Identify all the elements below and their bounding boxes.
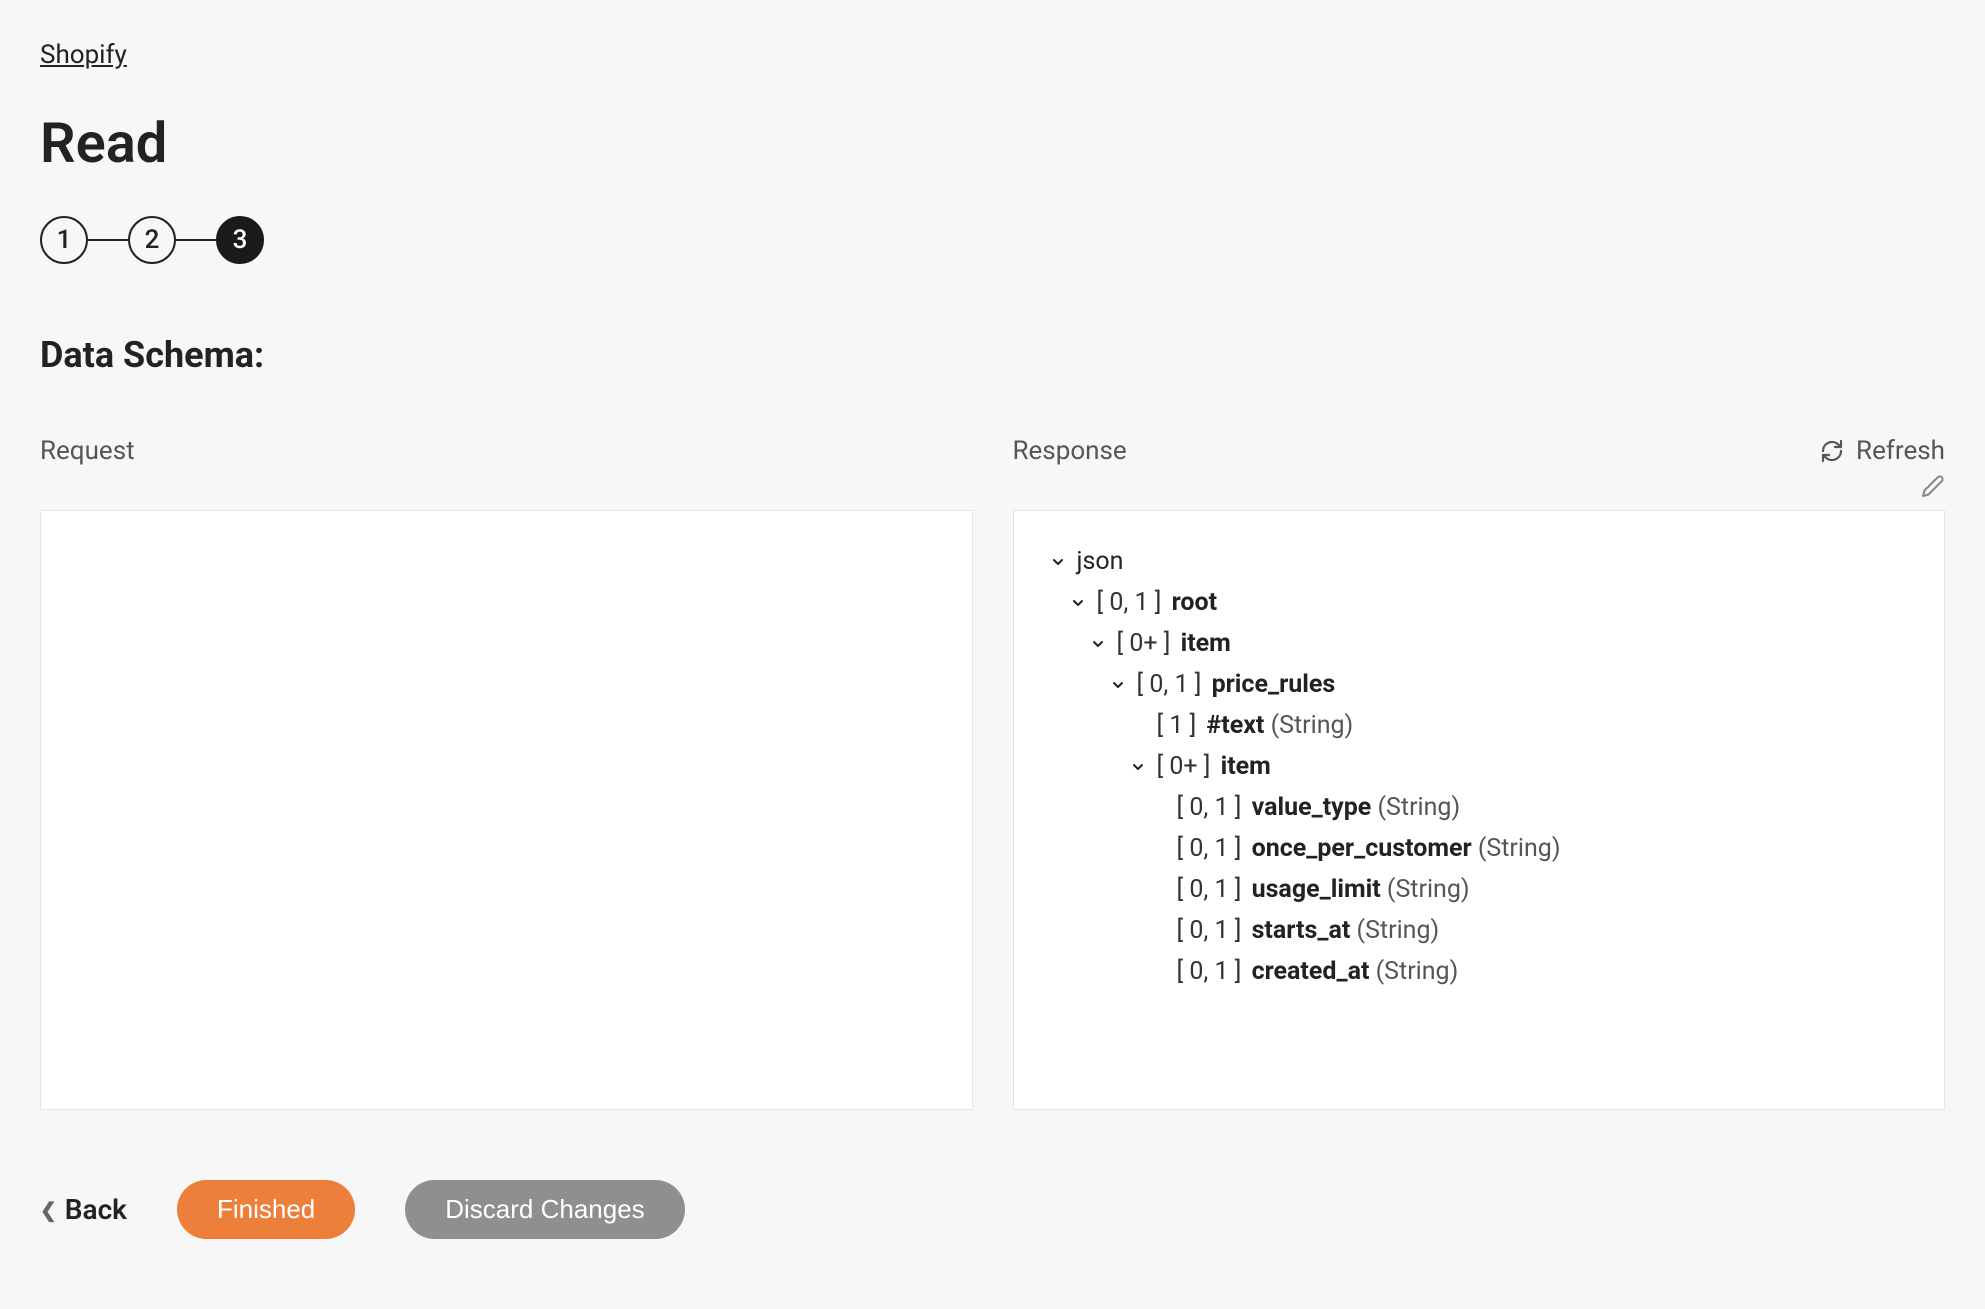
tree-node-starts_at: [ 0, 1 ] starts_at (String) [1049,910,1910,951]
tree-node-label: [ 0, 1 ] usage_limit (String) [1177,875,1470,904]
stepper: 1 2 3 [40,216,1945,264]
step-2[interactable]: 2 [128,216,176,264]
request-label: Request [40,436,973,466]
tree-node-label: [ 0, 1 ] root [1097,588,1218,617]
tree-node-label: [ 0+ ] item [1157,752,1271,781]
step-1[interactable]: 1 [40,216,88,264]
tree-node-label: json [1077,547,1124,576]
finished-button[interactable]: Finished [177,1180,355,1239]
step-connector [176,239,216,241]
tree-node-label: [ 0, 1 ] created_at (String) [1177,957,1459,986]
tree-node-usage_limit: [ 0, 1 ] usage_limit (String) [1049,869,1910,910]
request-panel [40,510,973,1110]
chevron-down-icon [1129,758,1147,776]
section-title: Data Schema: [40,334,1945,376]
tree-node-label: [ 0, 1 ] value_type (String) [1177,793,1461,822]
step-connector [88,239,128,241]
tree-node-created_at: [ 0, 1 ] created_at (String) [1049,951,1910,992]
chevron-down-icon [1069,594,1087,612]
chevron-down-icon [1089,635,1107,653]
chevron-down-icon [1109,676,1127,694]
response-label: Response [1013,436,1127,466]
tree-node-#text: [ 1 ] #text (String) [1049,705,1910,746]
refresh-icon [1820,439,1844,463]
tree-node-root[interactable]: [ 0, 1 ] root [1049,582,1910,623]
tree-node-item[interactable]: [ 0+ ] item [1049,746,1910,787]
back-button[interactable]: ❮ Back [40,1193,127,1226]
tree-node-label: [ 0, 1 ] price_rules [1137,670,1336,699]
tree-node-value_type: [ 0, 1 ] value_type (String) [1049,787,1910,828]
chevron-left-icon: ❮ [40,1198,57,1222]
tree-node-label: [ 1 ] #text (String) [1157,711,1354,740]
page-title: Read [40,110,1945,176]
tree-node-item[interactable]: [ 0+ ] item [1049,623,1910,664]
step-3[interactable]: 3 [216,216,264,264]
tree-node-label: [ 0, 1 ] starts_at (String) [1177,916,1440,945]
breadcrumb[interactable]: Shopify [40,40,127,70]
tree-node-once_per_customer: [ 0, 1 ] once_per_customer (String) [1049,828,1910,869]
discard-button[interactable]: Discard Changes [405,1180,684,1239]
tree-node-json[interactable]: json [1049,541,1910,582]
tree-node-label: [ 0+ ] item [1117,629,1231,658]
refresh-button[interactable]: Refresh [1820,436,1945,466]
tree-node-label: [ 0, 1 ] once_per_customer (String) [1177,834,1561,863]
back-label: Back [65,1193,127,1226]
tree-node-price_rules[interactable]: [ 0, 1 ] price_rules [1049,664,1910,705]
response-panel: json [ 0, 1 ] root [ 0+ ] item [ 0, 1 ] pri… [1013,510,1946,1110]
chevron-down-icon [1049,553,1067,571]
edit-icon[interactable] [1921,474,1945,498]
refresh-label: Refresh [1856,436,1945,466]
